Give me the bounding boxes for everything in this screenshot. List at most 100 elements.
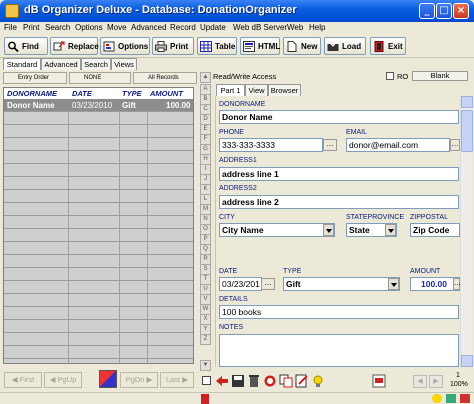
empty-row[interactable]	[4, 269, 193, 281]
sort-none-button[interactable]: NONE	[69, 72, 131, 84]
empty-row[interactable]	[4, 126, 193, 138]
scroll-down-arrow-icon[interactable]	[461, 355, 473, 367]
date-ellipsis-button[interactable]: ...	[261, 278, 275, 290]
close-button[interactable]: ×	[453, 3, 469, 19]
empty-row[interactable]	[4, 191, 193, 203]
empty-row[interactable]	[4, 178, 193, 190]
col-date[interactable]: DATE	[72, 89, 92, 98]
pgdn-button[interactable]: PgDn ▶	[120, 372, 158, 388]
empty-row[interactable]	[4, 113, 193, 125]
pgup-button[interactable]: ◀ PgUp	[44, 372, 82, 388]
select-checkbox[interactable]	[202, 376, 211, 385]
address2-field[interactable]: address line 2	[219, 195, 459, 209]
scroll-up-icon[interactable]: ▲	[200, 72, 211, 83]
maximize-button[interactable]: □	[436, 3, 452, 19]
empty-row[interactable]	[4, 295, 193, 307]
replace-button[interactable]: Replace	[50, 37, 99, 55]
html-button[interactable]: HTML	[240, 37, 280, 55]
empty-row[interactable]	[4, 256, 193, 268]
col-amount[interactable]: AMOUNT	[150, 89, 183, 98]
notes-field[interactable]	[219, 334, 459, 367]
delete-icon[interactable]	[247, 374, 261, 388]
date-field[interactable]: 03/23/201	[219, 277, 262, 291]
menu-print[interactable]: Print	[23, 23, 39, 32]
menu-record[interactable]: Record	[170, 23, 196, 32]
empty-row[interactable]	[4, 243, 193, 255]
menu-advanced[interactable]: Advanced	[131, 23, 167, 32]
menu-web-db-server[interactable]: Web dB Server	[233, 23, 287, 32]
menu-help[interactable]: Help	[309, 23, 325, 32]
next-record-button[interactable]: ▶	[429, 375, 443, 388]
letter-z[interactable]: Z	[200, 334, 211, 345]
entry-order-button[interactable]: Entry Order	[3, 72, 67, 84]
scroll-thumb[interactable]	[461, 110, 473, 152]
load-button[interactable]: Load	[324, 37, 366, 55]
empty-row[interactable]	[4, 347, 193, 359]
menu-file[interactable]: File	[4, 23, 17, 32]
empty-row[interactable]	[4, 152, 193, 164]
new-button[interactable]: New	[283, 37, 321, 55]
address1-field[interactable]: address line 1	[219, 167, 459, 181]
prev-record-button[interactable]: ◀	[413, 375, 427, 388]
menu-web[interactable]: Web	[287, 23, 303, 32]
phone-ellipsis-button[interactable]: ...	[323, 139, 337, 151]
email-ellipsis-button[interactable]: ...	[450, 139, 460, 151]
phone-field[interactable]: 333-333-3333	[219, 138, 323, 152]
donorname-field[interactable]: Donor Name	[219, 110, 459, 124]
minimize-button[interactable]: _	[419, 3, 435, 19]
copy-record-icon[interactable]	[279, 374, 293, 388]
empty-row[interactable]	[4, 217, 193, 229]
options-button[interactable]: Options	[100, 37, 150, 55]
tab-standard[interactable]: Standard	[3, 58, 41, 70]
menu-search[interactable]: Search	[45, 23, 70, 32]
table-row[interactable]: Donor Name 03/23/2010 Gift 100.00	[4, 100, 193, 112]
col-type[interactable]: TYPE	[122, 89, 142, 98]
tab-view[interactable]: View	[245, 84, 268, 96]
empty-row[interactable]	[4, 334, 193, 346]
save-icon[interactable]	[231, 374, 245, 388]
hint-bulb-icon[interactable]	[311, 374, 325, 388]
menu-options[interactable]: Options	[75, 23, 103, 32]
zip-field[interactable]: Zip Code	[410, 223, 460, 237]
menu-update[interactable]: Update	[200, 23, 226, 32]
type-field[interactable]: Gift	[283, 277, 400, 291]
back-arrow-icon[interactable]	[215, 374, 229, 388]
ro-checkbox[interactable]	[386, 72, 394, 80]
print-record-icon[interactable]	[372, 374, 386, 388]
blank-button[interactable]: Blank	[412, 71, 468, 81]
state-dropdown-icon[interactable]	[385, 224, 396, 236]
amount-ellipsis-button[interactable]: ...	[453, 278, 461, 290]
all-records-button[interactable]: All Records	[133, 72, 197, 84]
city-field[interactable]: City Name	[219, 223, 335, 237]
first-button[interactable]: ◀ First	[4, 372, 42, 388]
empty-row[interactable]	[4, 230, 193, 242]
menu-move[interactable]: Move	[107, 23, 127, 32]
print-button[interactable]: Print	[152, 37, 194, 55]
scroll-down-icon[interactable]: ▼	[200, 360, 211, 371]
exit-button[interactable]: Exit	[370, 37, 406, 55]
last-button[interactable]: Last ▶	[160, 372, 194, 388]
city-dropdown-icon[interactable]	[323, 224, 334, 236]
tab-browser[interactable]: Browser	[268, 84, 301, 96]
tab-advanced[interactable]: Advanced	[41, 58, 81, 70]
empty-row[interactable]	[4, 204, 193, 216]
col-donorname[interactable]: DONORNAME	[7, 89, 57, 98]
scroll-up-arrow-icon[interactable]	[461, 96, 473, 108]
empty-row[interactable]	[4, 139, 193, 151]
type-dropdown-icon[interactable]	[388, 278, 399, 290]
edit-record-icon[interactable]	[295, 374, 309, 388]
refresh-icon[interactable]	[263, 374, 277, 388]
records-grid[interactable]: DONORNAME DATE TYPE AMOUNT Donor Name 03…	[3, 87, 194, 364]
table-button[interactable]: Table	[197, 37, 237, 55]
empty-row[interactable]	[4, 165, 193, 177]
empty-row[interactable]	[4, 308, 193, 320]
records-icon[interactable]	[99, 370, 117, 388]
tab-search[interactable]: Search	[81, 58, 111, 70]
tab-views[interactable]: Views	[111, 58, 137, 70]
empty-row[interactable]	[4, 282, 193, 294]
email-field[interactable]: donor@email.com	[346, 138, 450, 152]
find-button[interactable]: Find	[4, 37, 48, 55]
empty-row[interactable]	[4, 321, 193, 333]
details-field[interactable]: 100 books	[219, 305, 459, 319]
tab-part1[interactable]: Part 1	[216, 84, 245, 96]
